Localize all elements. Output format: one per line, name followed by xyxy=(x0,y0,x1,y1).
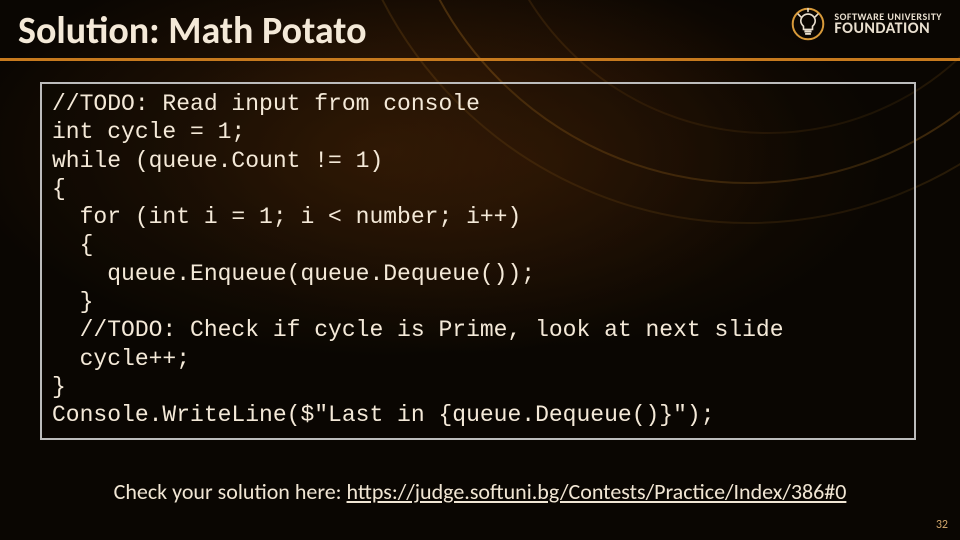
code-line: //TODO: Read input from console xyxy=(52,91,480,117)
lightbulb-icon xyxy=(790,6,826,42)
title-underline xyxy=(0,58,960,61)
code-line: cycle++; xyxy=(52,346,190,372)
solution-link[interactable]: https://judge.softuni.bg/Contests/Practi… xyxy=(347,478,847,505)
code-content: //TODO: Read input from console int cycl… xyxy=(52,90,904,429)
slide-title: Solution: Math Potato xyxy=(18,8,367,54)
code-line: while (queue.Count != 1) xyxy=(52,148,383,174)
code-line: queue.Enqueue(queue.Dequeue()); xyxy=(52,261,535,287)
code-line: Console.WriteLine($"Last in {queue.Deque… xyxy=(52,402,715,428)
code-line: { xyxy=(52,232,93,258)
code-line: //TODO: Check if cycle is Prime, look at… xyxy=(52,317,784,343)
code-box: //TODO: Read input from console int cycl… xyxy=(40,82,916,440)
code-line: for (int i = 1; i < number; i++) xyxy=(52,204,521,230)
logo-line-2: FOUNDATION xyxy=(834,21,942,36)
code-line: int cycle = 1; xyxy=(52,119,245,145)
page-number: 32 xyxy=(936,518,948,532)
slide: Solution: Math Potato SOFTWARE UNIVERSIT… xyxy=(0,0,960,540)
code-line: { xyxy=(52,176,66,202)
caption: Check your solution here: https://judge.… xyxy=(0,478,960,505)
logo-text: SOFTWARE UNIVERSITY FOUNDATION xyxy=(834,12,942,37)
code-line: } xyxy=(52,289,93,315)
code-line: } xyxy=(52,374,66,400)
caption-prefix: Check your solution here: xyxy=(114,478,347,505)
logo: SOFTWARE UNIVERSITY FOUNDATION xyxy=(790,6,942,42)
